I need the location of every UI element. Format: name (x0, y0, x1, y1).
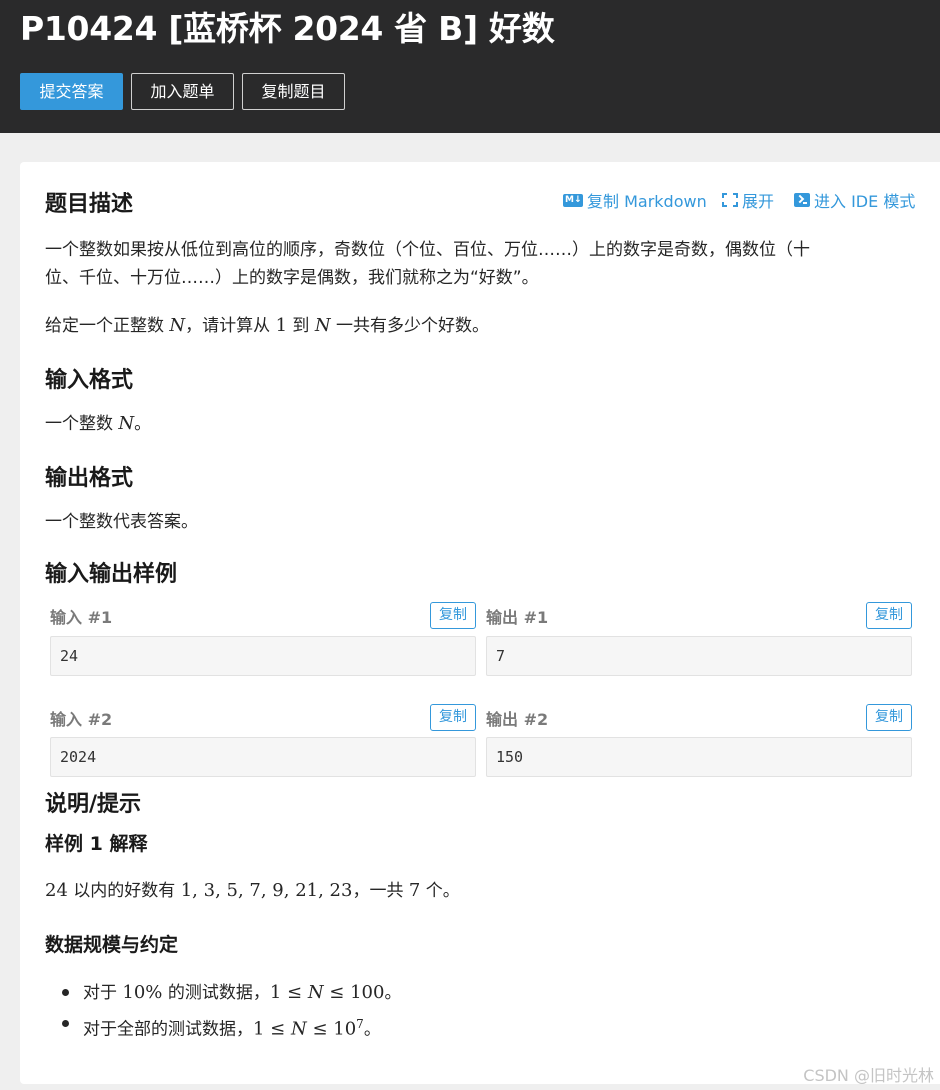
csdn-watermark: CSDN @旧时光林 (803, 1066, 934, 1085)
description-given: 给定一个正整数 N，请计算从 1 到 N 一共有多少个好数。 (45, 315, 489, 336)
enter-ide-label: 进入 IDE 模式 (814, 192, 916, 211)
sample-output-2-label: 输出 #2 (486, 710, 549, 729)
copy-markdown-link[interactable]: 复制 Markdown (563, 189, 707, 211)
markdown-icon (563, 192, 583, 208)
sample-output-2[interactable]: 150 (486, 737, 912, 777)
copy-sample-input-2-button[interactable]: 复制 (430, 704, 476, 731)
enter-ide-link[interactable]: 进入 IDE 模式 (794, 189, 915, 211)
sample-output-1[interactable]: 7 (486, 636, 912, 676)
input-format-heading: 输入格式 (45, 368, 134, 393)
expand-link[interactable]: 展开 (722, 189, 774, 211)
hint-heading: 说明/提示 (45, 792, 142, 817)
output-format-text: 一个整数代表答案。 (45, 512, 198, 532)
sample-input-2[interactable]: 2024 (50, 737, 476, 777)
submit-answer-button[interactable]: 提交答案 (20, 73, 123, 110)
constraint-item-2: 对于全部的测试数据，1 ≤ N ≤ 107。 (83, 1017, 381, 1040)
copy-sample-output-1-button[interactable]: 复制 (866, 602, 912, 629)
copy-sample-output-2-button[interactable]: 复制 (866, 704, 912, 731)
input-format-text: 一个整数 N。 (45, 413, 152, 434)
copy-sample-input-1-button[interactable]: 复制 (430, 602, 476, 629)
sample-output-1-label: 输出 #1 (486, 608, 549, 627)
description-line-1: 一个整数如果按从低位到高位的顺序，奇数位（个位、百位、万位……）上的数字是奇数，… (45, 240, 810, 260)
copy-problem-button[interactable]: 复制题目 (242, 73, 345, 110)
data-scale-heading: 数据规模与约定 (45, 934, 179, 956)
terminal-icon (794, 193, 810, 207)
sample-input-2-label: 输入 #2 (50, 710, 113, 729)
sample-input-1[interactable]: 24 (50, 636, 476, 676)
sample-explain-text: 24 以内的好数有 1, 3, 5, 7, 9, 21, 23，一共 7 个。 (45, 880, 460, 901)
problem-title: P10424 [蓝桥杯 2024 省 B] 好数 (20, 9, 555, 48)
bullet-dot (62, 989, 69, 996)
sample-input-1-label: 输入 #1 (50, 608, 113, 627)
expand-icon (722, 193, 738, 207)
expand-label: 展开 (742, 192, 775, 211)
bullet-dot (62, 1020, 69, 1027)
samples-heading: 输入输出样例 (45, 562, 178, 587)
output-format-heading: 输出格式 (45, 466, 134, 491)
description-heading: 题目描述 (45, 192, 134, 217)
description-line-2: 位、千位、十万位……）上的数字是偶数，我们就称之为“好数”。 (45, 268, 539, 288)
problem-header: P10424 [蓝桥杯 2024 省 B] 好数 提交答案 加入题单 复制题目 (0, 0, 940, 133)
copy-markdown-label: 复制 Markdown (587, 192, 707, 211)
sample-explain-heading: 样例 1 解释 (45, 833, 148, 855)
add-to-list-button[interactable]: 加入题单 (131, 73, 234, 110)
constraint-item-1: 对于 10% 的测试数据，1 ≤ N ≤ 100。 (83, 982, 402, 1003)
